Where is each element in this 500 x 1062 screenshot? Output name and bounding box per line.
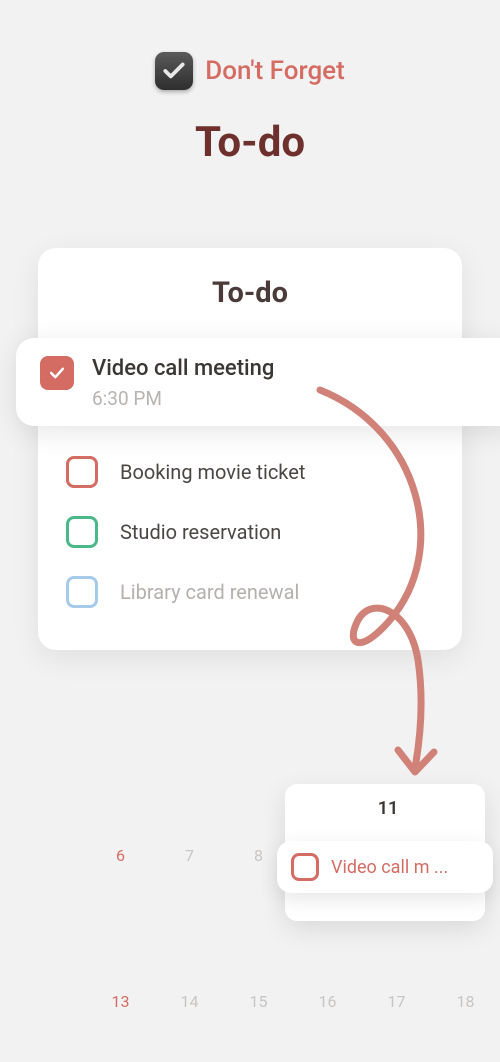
calendar-event-label: Video call m ... (331, 857, 448, 878)
calendar-event-item[interactable]: Video call m ... (277, 841, 493, 893)
calendar-event-card[interactable]: 11 Video call m ... (285, 784, 485, 921)
calendar-cell[interactable]: 15 (224, 986, 293, 1062)
checkbox-checked-icon[interactable] (40, 356, 74, 390)
checkbox-icon[interactable] (66, 516, 98, 548)
calendar-cell[interactable]: 17 (362, 986, 431, 1062)
highlight-title: Video call meeting (92, 356, 494, 381)
checkbox-icon[interactable] (66, 456, 98, 488)
page-title: To-do (0, 118, 500, 167)
app-icon (155, 52, 193, 90)
task-list: Booking movie ticket Studio reservation … (38, 442, 462, 622)
app-header: Don't Forget (0, 0, 500, 90)
checkmark-icon (161, 58, 187, 84)
calendar-cell[interactable]: 7 (155, 840, 224, 916)
task-label: Studio reservation (120, 520, 281, 544)
todo-card: To-do Booking movie ticket Studio reserv… (38, 248, 462, 650)
task-label: Booking movie ticket (120, 460, 305, 484)
highlight-text: Video call meeting 6:30 PM (92, 356, 494, 410)
calendar-cell[interactable]: 18 (431, 986, 500, 1062)
highlight-task[interactable]: Video call meeting 6:30 PM (16, 338, 500, 426)
calendar-cell[interactable]: 6 (86, 840, 155, 916)
task-row[interactable]: Library card renewal (66, 562, 434, 622)
calendar-cell[interactable]: 13 (86, 986, 155, 1062)
highlight-time: 6:30 PM (92, 387, 494, 410)
calendar-cell[interactable]: 14 (155, 986, 224, 1062)
task-row[interactable]: Booking movie ticket (66, 442, 434, 502)
task-label: Library card renewal (120, 580, 299, 604)
checkbox-icon[interactable] (66, 576, 98, 608)
checkbox-icon[interactable] (291, 853, 319, 881)
calendar-cell[interactable]: 16 (293, 986, 362, 1062)
calendar-event-date: 11 (299, 798, 477, 819)
task-row[interactable]: Studio reservation (66, 502, 434, 562)
card-title: To-do (38, 276, 462, 310)
app-name: Don't Forget (205, 56, 345, 86)
